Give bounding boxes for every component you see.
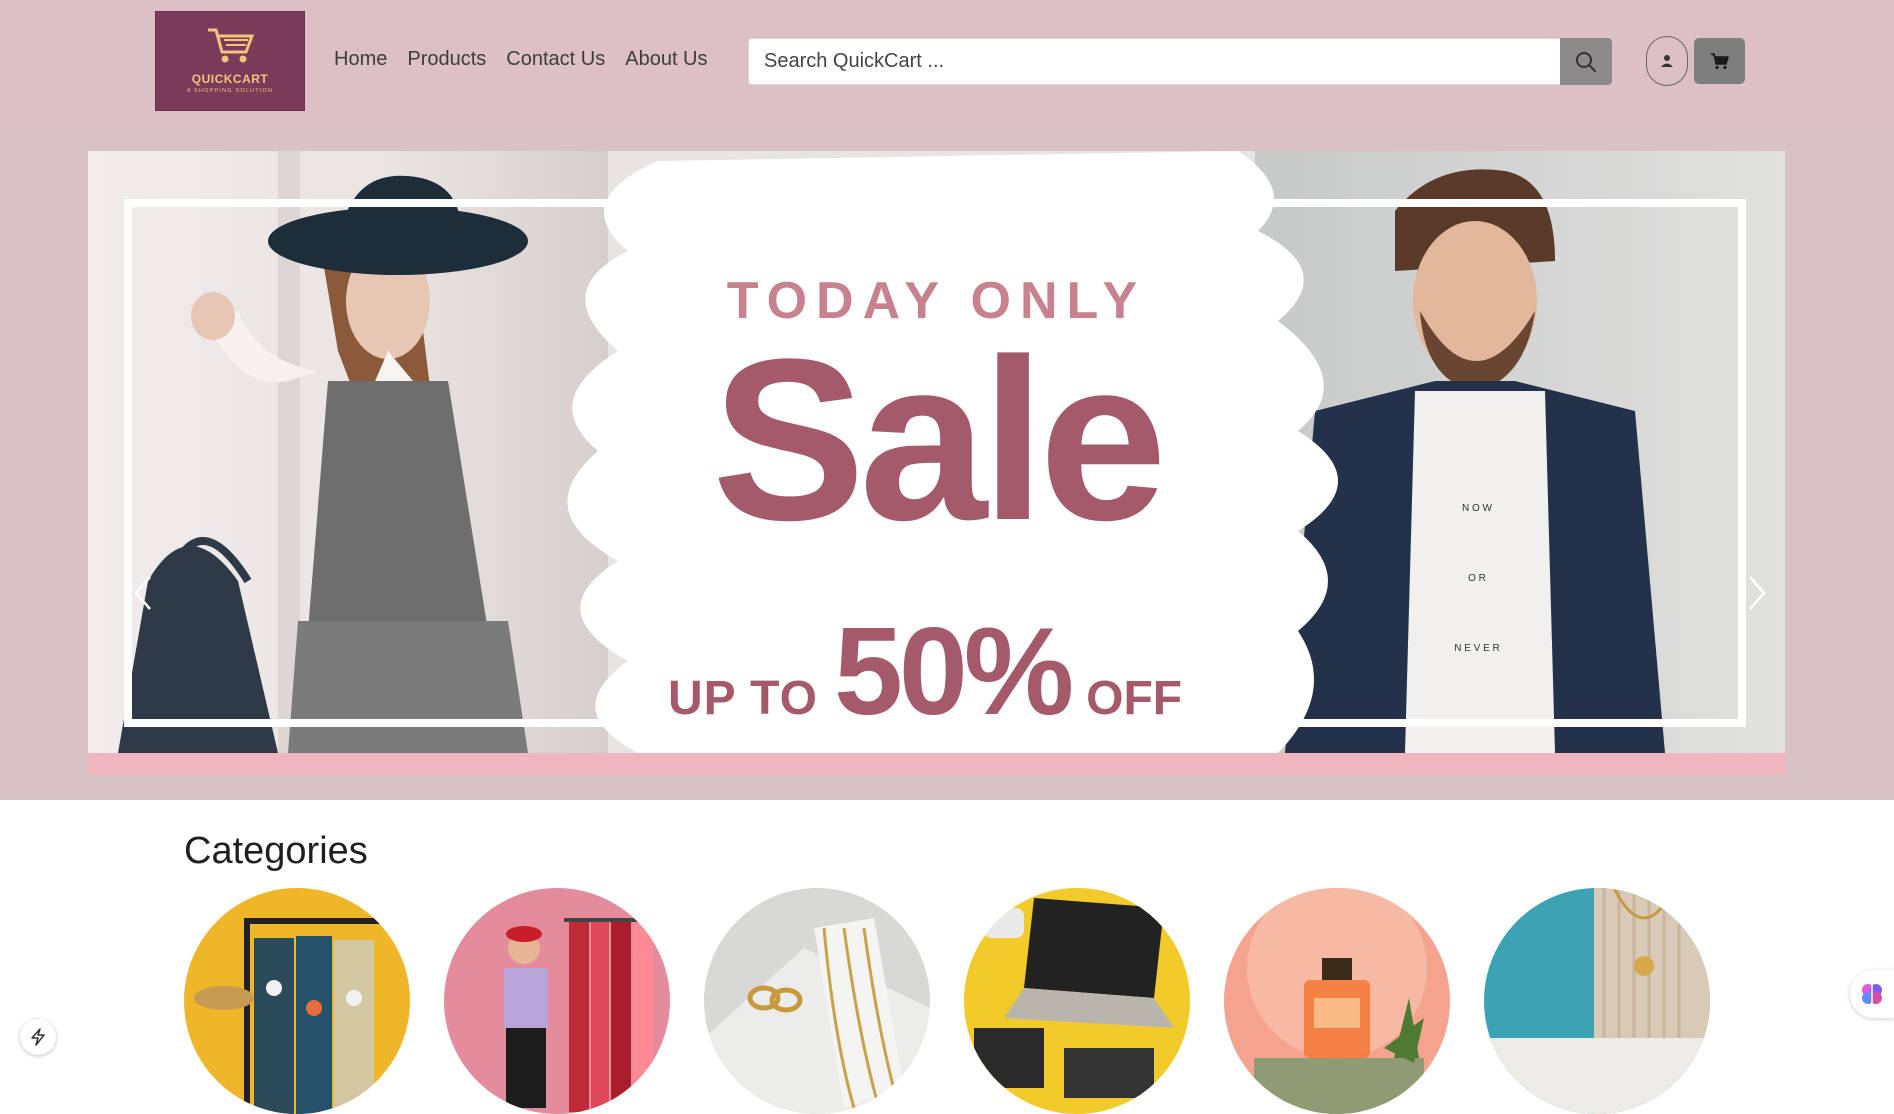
pink-strip xyxy=(88,753,1785,775)
chevron-left-icon xyxy=(134,576,151,610)
search-input[interactable] xyxy=(748,38,1560,85)
carousel-next-button[interactable] xyxy=(1742,568,1772,618)
electronics-laptop-image xyxy=(974,898,1174,1098)
clothing-rack-image xyxy=(194,918,404,1114)
category-item[interactable] xyxy=(184,888,410,1114)
cart-button[interactable] xyxy=(1694,38,1745,84)
logo-tagline: A SHOPPING SOLUTION xyxy=(186,88,274,94)
hero-carousel: N O W O R N E V E R TODAY ONLY Sale UP T… xyxy=(0,128,1894,800)
user-account-button[interactable] xyxy=(1646,36,1688,86)
main-nav: Home Products Contact Us About Us xyxy=(334,48,708,71)
nav-about-us[interactable]: About Us xyxy=(625,48,707,71)
logo-brand-text: QUICKCART xyxy=(191,72,269,86)
quickcart-logo[interactable]: QUICKCART A SHOPPING SOLUTION xyxy=(155,11,305,111)
hero-discount: UP TO 50% OFF xyxy=(668,601,1268,743)
search-button[interactable] xyxy=(1560,38,1612,85)
lightning-icon xyxy=(31,1028,45,1046)
category-item[interactable] xyxy=(704,888,930,1114)
flash-icon-button[interactable] xyxy=(20,1019,56,1055)
carousel-prev-button[interactable] xyxy=(128,568,158,618)
category-item[interactable] xyxy=(1224,888,1450,1114)
categories-list xyxy=(184,888,1744,1114)
search-icon xyxy=(1576,51,1597,72)
cart-icon xyxy=(1710,53,1729,70)
top-navbar: QUICKCART A SHOPPING SOLUTION Home Produ… xyxy=(0,0,1894,128)
ai-assistant-button[interactable] xyxy=(1850,970,1894,1018)
brain-icon xyxy=(1862,984,1882,1004)
nav-contact-us[interactable]: Contact Us xyxy=(506,48,605,71)
nav-home[interactable]: Home xyxy=(334,48,387,71)
category-item[interactable] xyxy=(1484,888,1710,1114)
nav-products[interactable]: Products xyxy=(407,48,486,71)
categories-heading: Categories xyxy=(184,830,368,872)
chevron-right-icon xyxy=(1749,576,1766,610)
category-item[interactable] xyxy=(444,888,670,1114)
search-bar xyxy=(748,38,1612,85)
cart-logo-icon xyxy=(208,28,255,63)
hero-percent: 50% xyxy=(833,603,1074,741)
sale-banner[interactable]: N O W O R N E V E R TODAY ONLY Sale UP T… xyxy=(88,151,1785,775)
hero-off: OFF xyxy=(1086,672,1183,725)
perfume-bottle-image xyxy=(1247,888,1427,1114)
user-icon xyxy=(1661,55,1673,67)
hero-up-to: UP TO xyxy=(668,672,818,725)
gold-chains-image xyxy=(704,918,930,1114)
jewelry-pendant-image xyxy=(1484,888,1710,1114)
fashion-woman-image xyxy=(504,918,664,1112)
category-item[interactable] xyxy=(964,888,1190,1114)
hero-sale-title: Sale xyxy=(711,311,1167,568)
